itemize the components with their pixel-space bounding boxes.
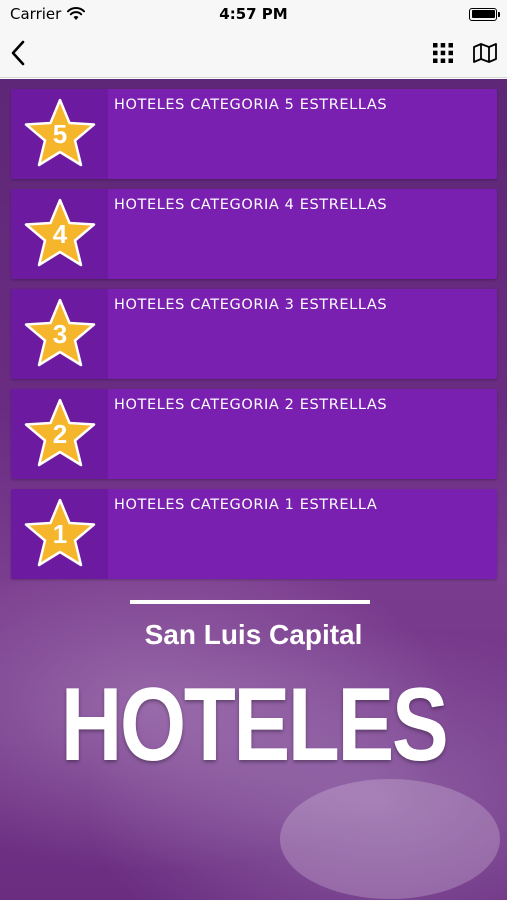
- nav-actions: [433, 42, 497, 63]
- category-title: HOTELES CATEGORIA 3 ESTRELLAS: [114, 297, 388, 313]
- nav-bar: [0, 28, 507, 78]
- category-title: HOTELES CATEGORIA 5 ESTRELLAS: [114, 97, 388, 113]
- battery-icon: [469, 7, 500, 21]
- category-row-1-star[interactable]: 1 HOTELES CATEGORIA 1 ESTRELLA: [11, 489, 497, 579]
- category-title: HOTELES CATEGORIA 1 ESTRELLA: [114, 497, 378, 513]
- banner-divider: [130, 600, 370, 604]
- background-plate: [280, 779, 500, 899]
- status-left: Carrier: [10, 5, 86, 23]
- star-number: 1: [52, 519, 66, 549]
- back-button[interactable]: [10, 40, 26, 66]
- star-icon: 2: [24, 398, 95, 467]
- star-badge: 5: [11, 89, 108, 179]
- star-badge: 3: [11, 289, 108, 379]
- category-row-2-stars[interactable]: 2 HOTELES CATEGORIA 2 ESTRELLAS: [11, 389, 497, 479]
- category-row-3-stars[interactable]: 3 HOTELES CATEGORIA 3 ESTRELLAS: [11, 289, 497, 379]
- star-icon: 5: [24, 98, 95, 167]
- grid-button[interactable]: [433, 42, 453, 63]
- banner-title: HOTELES: [60, 667, 449, 783]
- category-title: HOTELES CATEGORIA 4 ESTRELLAS: [114, 197, 388, 213]
- hotel-categories-screen: 5 HOTELES CATEGORIA 5 ESTRELLAS 4 HOTELE…: [0, 79, 507, 900]
- chevron-left-icon: [11, 40, 25, 65]
- carrier-label: Carrier: [10, 5, 62, 23]
- map-button[interactable]: [473, 42, 497, 63]
- star-icon: 1: [24, 498, 95, 567]
- map-icon: [473, 42, 497, 63]
- star-number: 3: [52, 319, 66, 349]
- category-list: 5 HOTELES CATEGORIA 5 ESTRELLAS 4 HOTELE…: [11, 89, 497, 589]
- status-bar: Carrier 4:57 PM: [0, 0, 507, 28]
- wifi-icon: [67, 7, 86, 20]
- star-badge: 1: [11, 489, 108, 579]
- grid-icon: [433, 42, 453, 63]
- star-number: 4: [52, 219, 67, 249]
- category-row-5-stars[interactable]: 5 HOTELES CATEGORIA 5 ESTRELLAS: [11, 89, 497, 179]
- star-badge: 2: [11, 389, 108, 479]
- star-badge: 4: [11, 189, 108, 279]
- category-title: HOTELES CATEGORIA 2 ESTRELLAS: [114, 397, 388, 413]
- banner-subtitle: San Luis Capital: [144, 619, 363, 650]
- category-row-4-stars[interactable]: 4 HOTELES CATEGORIA 4 ESTRELLAS: [11, 189, 497, 279]
- star-number: 2: [52, 419, 66, 449]
- star-icon: 4: [24, 198, 95, 267]
- star-icon: 3: [24, 298, 95, 367]
- star-number: 5: [52, 119, 66, 149]
